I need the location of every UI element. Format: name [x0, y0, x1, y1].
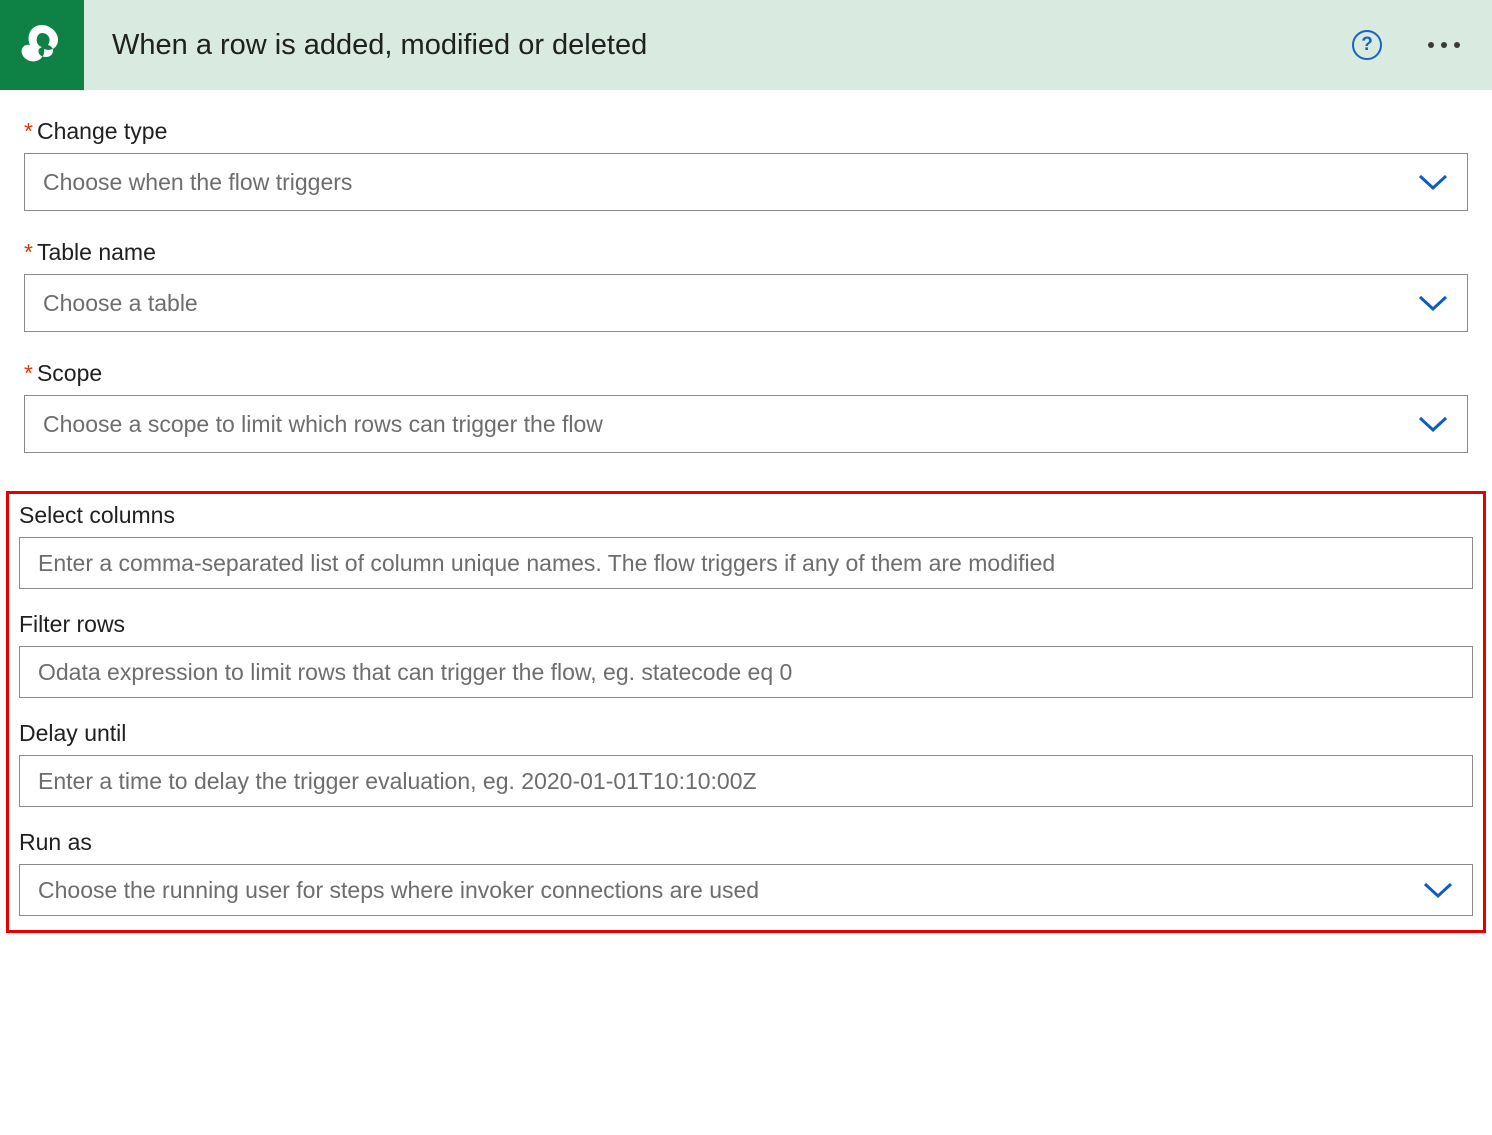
header-actions: ? [1352, 30, 1464, 60]
run-as-select[interactable]: Choose the running user for steps where … [19, 864, 1473, 916]
scope-placeholder: Choose a scope to limit which rows can t… [43, 411, 1417, 438]
table-name-select[interactable]: Choose a table [24, 274, 1468, 332]
field-delay-until: Delay until Enter a time to delay the tr… [19, 720, 1473, 807]
select-columns-placeholder: Enter a comma-separated list of column u… [38, 550, 1454, 577]
change-type-select[interactable]: Choose when the flow triggers [24, 153, 1468, 211]
field-run-as: Run as Choose the running user for steps… [19, 829, 1473, 916]
filter-rows-label: Filter rows [19, 611, 1473, 638]
required-marker: * [24, 239, 33, 265]
help-icon[interactable]: ? [1352, 30, 1382, 60]
trigger-header: When a row is added, modified or deleted… [0, 0, 1492, 90]
dataverse-logo-icon [0, 0, 84, 90]
chevron-down-icon [1417, 293, 1449, 313]
more-menu-icon[interactable] [1424, 34, 1464, 56]
scope-label-text: Scope [37, 360, 102, 386]
select-columns-label: Select columns [19, 502, 1473, 529]
required-marker: * [24, 360, 33, 386]
trigger-form: *Change type Choose when the flow trigge… [0, 90, 1492, 491]
change-type-label: *Change type [24, 118, 1468, 145]
optional-fields-highlight: Select columns Enter a comma-separated l… [6, 491, 1486, 933]
field-filter-rows: Filter rows Odata expression to limit ro… [19, 611, 1473, 698]
table-name-placeholder: Choose a table [43, 290, 1417, 317]
table-name-label-text: Table name [37, 239, 156, 265]
chevron-down-icon [1417, 414, 1449, 434]
change-type-label-text: Change type [37, 118, 167, 144]
scope-select[interactable]: Choose a scope to limit which rows can t… [24, 395, 1468, 453]
field-select-columns: Select columns Enter a comma-separated l… [19, 502, 1473, 589]
chevron-down-icon [1422, 880, 1454, 900]
required-marker: * [24, 118, 33, 144]
field-table-name: *Table name Choose a table [24, 239, 1468, 332]
delay-until-placeholder: Enter a time to delay the trigger evalua… [38, 768, 1454, 795]
scope-label: *Scope [24, 360, 1468, 387]
run-as-label: Run as [19, 829, 1473, 856]
trigger-title: When a row is added, modified or deleted [84, 29, 1352, 62]
field-scope: *Scope Choose a scope to limit which row… [24, 360, 1468, 453]
filter-rows-placeholder: Odata expression to limit rows that can … [38, 659, 1454, 686]
run-as-placeholder: Choose the running user for steps where … [38, 877, 1422, 904]
change-type-placeholder: Choose when the flow triggers [43, 169, 1417, 196]
filter-rows-input[interactable]: Odata expression to limit rows that can … [19, 646, 1473, 698]
field-change-type: *Change type Choose when the flow trigge… [24, 118, 1468, 211]
delay-until-label: Delay until [19, 720, 1473, 747]
select-columns-input[interactable]: Enter a comma-separated list of column u… [19, 537, 1473, 589]
chevron-down-icon [1417, 172, 1449, 192]
table-name-label: *Table name [24, 239, 1468, 266]
delay-until-input[interactable]: Enter a time to delay the trigger evalua… [19, 755, 1473, 807]
